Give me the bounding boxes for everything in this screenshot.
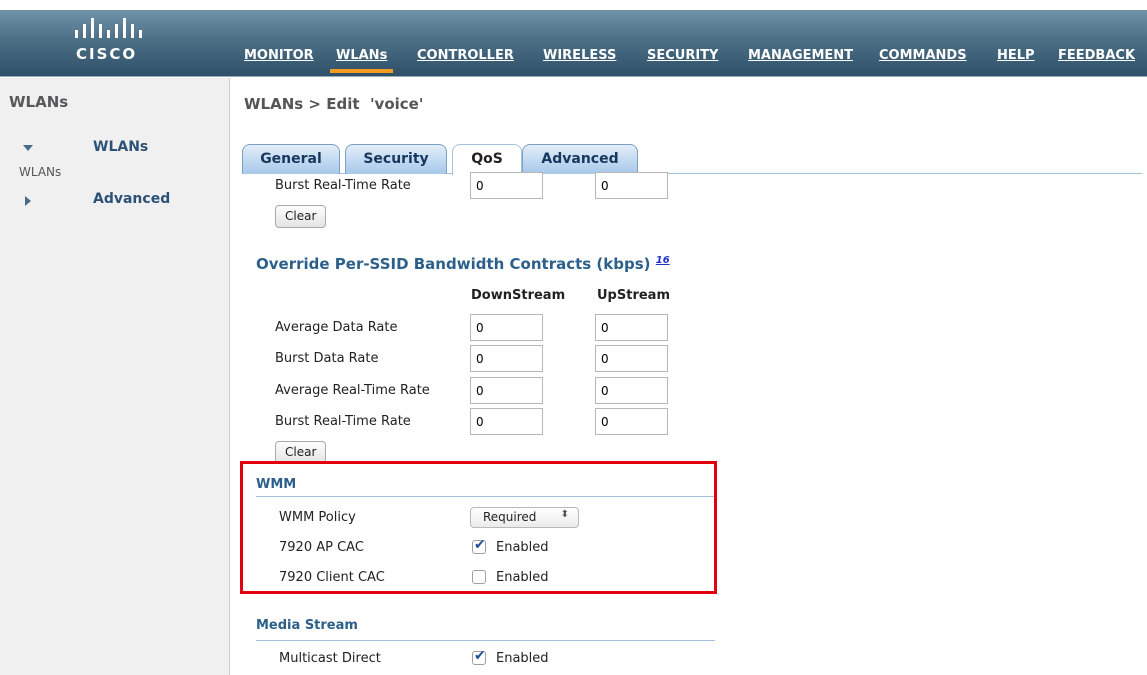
nav-wireless[interactable]: WIRELESS [543,48,616,63]
sidebar-item-advanced[interactable]: Advanced [93,191,170,207]
sidebar-subitem-wlans[interactable]: WLANs [19,165,61,179]
nav-management[interactable]: MANAGEMENT [748,48,853,63]
media-stream-heading: Media Stream [256,618,358,633]
triangle-down-icon[interactable] [23,145,33,151]
multicast-direct-label: Multicast Direct [279,651,381,666]
avg-data-rate-down-input[interactable] [470,314,543,341]
override-ssid-heading-text: Override Per-SSID Bandwidth Contracts (k… [256,255,651,273]
burst-rt-rate-label-top: Burst Real-Time Rate [275,178,411,193]
override-ssid-heading: Override Per-SSID Bandwidth Contracts (k… [256,255,670,273]
avg-rt-rate-label: Average Real-Time Rate [275,383,430,398]
clear-button-top[interactable]: Clear [275,205,327,228]
nav-monitor[interactable]: MONITOR [244,48,314,63]
triangle-right-icon[interactable] [25,196,31,206]
burst-rt-rate-down-input[interactable] [470,408,543,435]
avg-rt-rate-up-input[interactable] [595,377,668,404]
nav-controller[interactable]: CONTROLLER [417,48,514,63]
media-stream-divider [256,640,715,641]
sidebar-item-wlans[interactable]: WLANs [93,139,148,155]
tab-qos[interactable]: QoS [452,144,522,175]
nav-security[interactable]: SECURITY [647,48,718,63]
cisco-logo-text: CISCO [76,45,138,63]
downstream-column-header: DownStream [471,288,566,303]
nav-help[interactable]: HELP [997,48,1035,63]
footnote-link[interactable]: 16 [656,255,670,266]
left-sidebar: WLANs WLANs WLANs Advanced [0,78,230,675]
nav-feedback[interactable]: FEEDBACK [1058,48,1135,63]
burst-rt-up-input-top[interactable] [595,172,668,199]
tab-advanced[interactable]: Advanced [522,144,638,174]
tab-bar: General Security QoS Advanced [242,144,1142,175]
avg-rt-rate-down-input[interactable] [470,377,543,404]
burst-rt-down-input-top[interactable] [470,172,543,199]
nav-wlans[interactable]: WLANs [329,48,394,73]
nav-commands[interactable]: COMMANDS [879,48,967,63]
avg-data-rate-up-input[interactable] [595,314,668,341]
avg-data-rate-label: Average Data Rate [275,320,398,335]
burst-data-rate-label: Burst Data Rate [275,351,379,366]
burst-rt-rate-up-input[interactable] [595,408,668,435]
burst-data-rate-down-input[interactable] [470,345,543,372]
sidebar-title: WLANs [9,93,69,111]
multicast-direct-checkbox[interactable] [472,648,486,665]
tab-general[interactable]: General [242,144,340,174]
wmm-highlight-box [240,461,717,594]
burst-data-rate-up-input[interactable] [595,345,668,372]
multicast-direct-enabled-text: Enabled [496,651,549,666]
top-navigation-bar: CISCO MONITOR WLANs CONTROLLER WIRELESS … [0,10,1147,77]
tab-security[interactable]: Security [345,144,447,174]
page-title: WLANs > Edit 'voice' [244,95,424,113]
burst-rt-rate-label: Burst Real-Time Rate [275,414,411,429]
upstream-column-header: UpStream [597,288,670,303]
